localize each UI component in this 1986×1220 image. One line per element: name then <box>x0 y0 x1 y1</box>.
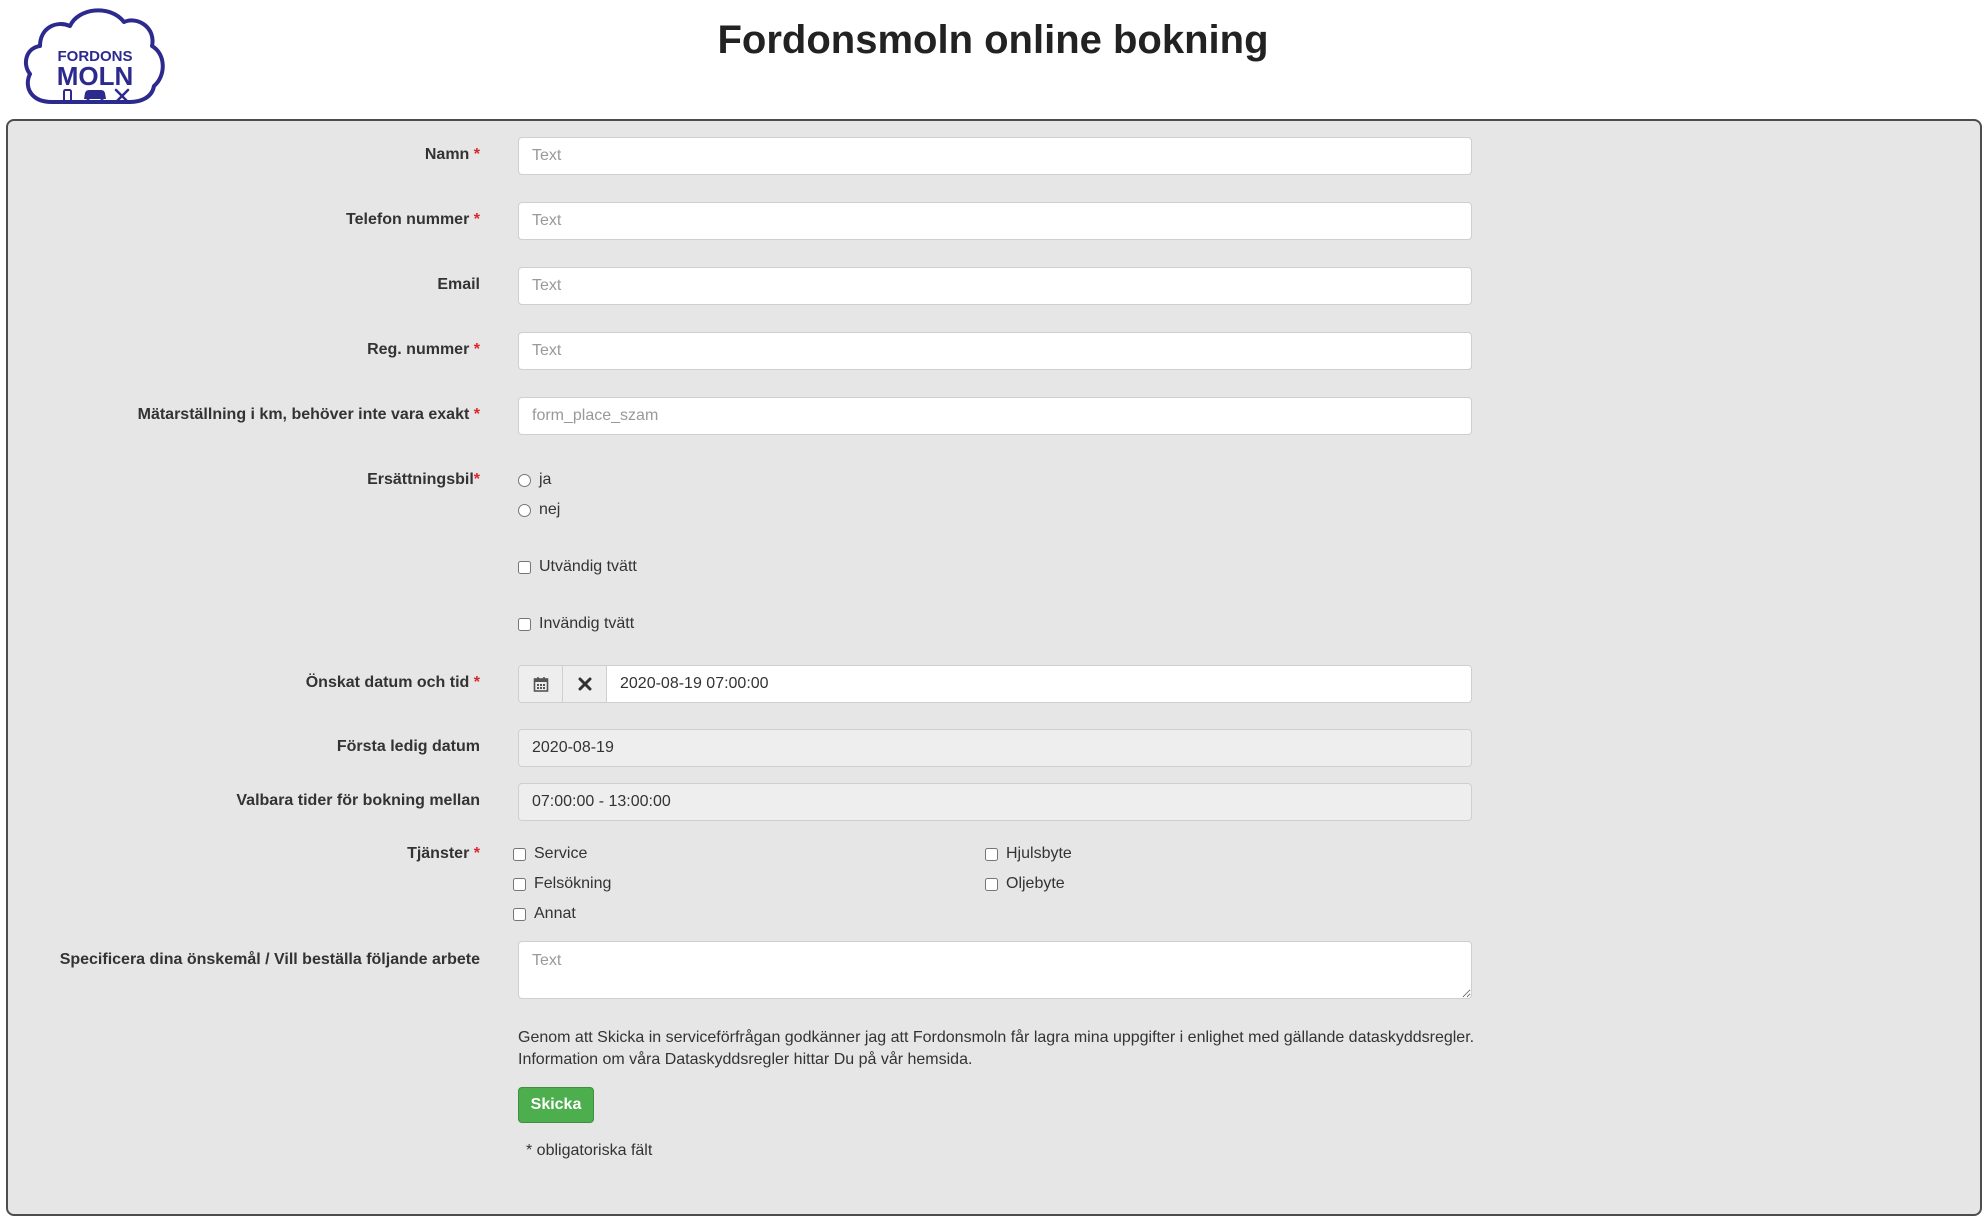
consent-line: Genom att Skicka in serviceförfrågan god… <box>518 1029 1475 1046</box>
page-title: Fordonsmoln online bokning <box>717 18 1269 62</box>
service-checkbox[interactable]: Service <box>513 845 587 863</box>
radio-button[interactable] <box>518 473 531 487</box>
troubleshooting-checkbox[interactable]: Felsökning <box>513 875 611 893</box>
first-available-date-label: Första ledig datum <box>336 738 480 755</box>
reg-number-label: Reg. nummer * <box>367 341 480 358</box>
required-star: * <box>473 146 480 163</box>
desired-datetime-input[interactable] <box>607 666 1471 702</box>
phone-label: Telefon nummer * <box>346 211 480 228</box>
radio-button[interactable] <box>518 503 531 517</box>
logo-text-moln: MOLN <box>57 61 134 91</box>
checkbox[interactable] <box>513 877 526 891</box>
wheel-change-checkbox[interactable]: Hjulsbyte <box>985 845 1072 863</box>
odometer-label: Mätarställning i km, behöver inte vara e… <box>137 406 480 423</box>
desired-datetime-field <box>518 665 1472 703</box>
phone-input[interactable] <box>518 202 1472 240</box>
submit-button[interactable]: Skicka <box>518 1087 594 1123</box>
consent-line: Information om våra Dataskyddsregler hit… <box>518 1051 973 1068</box>
booking-form-panel: Namn * Telefon nummer * Email Reg. numme… <box>6 119 1982 1216</box>
desired-datetime-label: Önskat datum och tid * <box>305 674 480 691</box>
specify-textarea[interactable] <box>518 941 1472 999</box>
oil-change-checkbox[interactable]: Oljebyte <box>985 875 1065 893</box>
booking-times-field <box>518 783 1472 821</box>
checkbox[interactable] <box>513 847 526 861</box>
booking-times-label: Valbara tider för bokning mellan <box>236 792 480 809</box>
exterior-wash-checkbox[interactable]: Utvändig tvätt <box>518 558 637 576</box>
replacement-car-no-radio[interactable]: nej <box>518 501 560 519</box>
clear-date-button[interactable] <box>563 666 607 702</box>
reg-number-input[interactable] <box>518 332 1472 370</box>
checkbox[interactable] <box>985 847 998 861</box>
required-star: * <box>473 406 480 423</box>
required-star: * <box>473 471 480 488</box>
required-star: * <box>473 674 480 691</box>
checkbox[interactable] <box>518 560 531 574</box>
odometer-input[interactable] <box>518 397 1472 435</box>
services-label: Tjänster * <box>407 845 480 862</box>
calendar-button[interactable] <box>519 666 563 702</box>
replacement-car-yes-radio[interactable]: ja <box>518 471 551 489</box>
close-icon <box>578 677 591 691</box>
replacement-car-label: Ersättningsbil* <box>367 471 480 488</box>
required-star: * <box>473 341 480 358</box>
interior-wash-checkbox[interactable]: Invändig tvätt <box>518 615 634 633</box>
required-star: * <box>473 845 480 862</box>
checkbox[interactable] <box>985 877 998 891</box>
consent-text: Genom att Skicka in serviceförfrågan god… <box>518 1027 1478 1071</box>
other-checkbox[interactable]: Annat <box>513 905 576 923</box>
checkbox[interactable] <box>513 907 526 921</box>
calendar-icon <box>533 677 548 692</box>
required-fields-note: * obligatoriska fält <box>526 1142 653 1159</box>
email-label: Email <box>437 276 480 293</box>
first-available-date-field <box>518 729 1472 767</box>
email-input[interactable] <box>518 267 1472 305</box>
required-star: * <box>473 211 480 228</box>
name-label: Namn * <box>424 146 480 163</box>
name-input[interactable] <box>518 137 1472 175</box>
checkbox[interactable] <box>518 617 531 631</box>
specify-label: Specificera dina önskemål / Vill beställ… <box>59 951 480 968</box>
